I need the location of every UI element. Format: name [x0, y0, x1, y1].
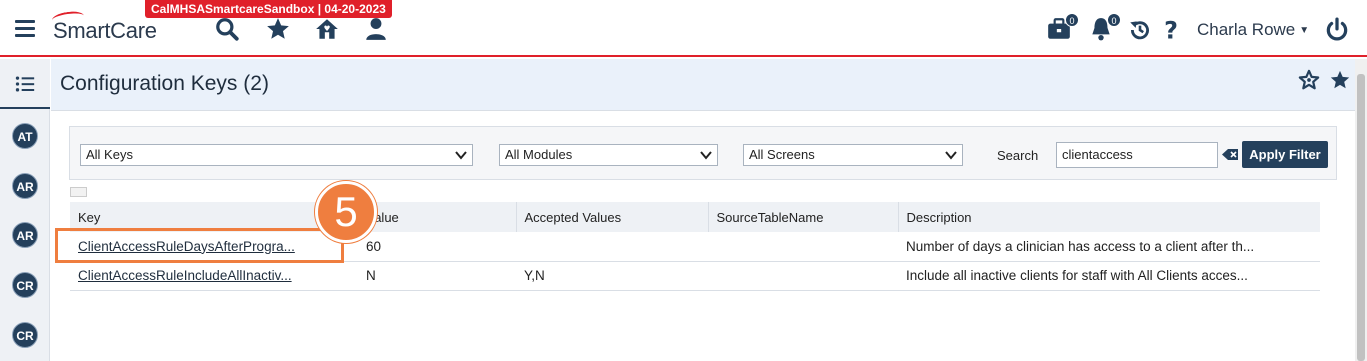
keys-select[interactable]: All Keys	[80, 144, 473, 166]
avatar[interactable]: AR	[12, 222, 38, 248]
avatar[interactable]: CR	[12, 272, 38, 298]
list-icon	[15, 76, 35, 92]
chevron-down-icon	[945, 151, 957, 160]
page-header: Configuration Keys (2)	[51, 59, 1355, 111]
keys-select-value: All Keys	[86, 147, 133, 162]
source-table-cell	[708, 232, 898, 262]
value-cell: N	[358, 261, 516, 291]
chevron-down-icon	[455, 151, 467, 160]
select-all-checkbox[interactable]	[70, 187, 87, 197]
modules-select-value: All Modules	[505, 147, 573, 162]
star-outline-icon[interactable]	[1298, 69, 1320, 91]
eraser-icon[interactable]	[1221, 147, 1239, 163]
svg-text:♥: ♥	[324, 24, 331, 33]
accepted-values-cell: Y,N	[516, 261, 708, 291]
column-header-value[interactable]: Value	[358, 202, 517, 232]
column-header-source-table-name[interactable]: SourceTableName	[708, 202, 899, 232]
chevron-down-icon	[700, 151, 712, 160]
scrollbar-thumb[interactable]	[1357, 74, 1365, 361]
avatar[interactable]: AR	[12, 173, 38, 199]
star-icon[interactable]	[1329, 69, 1351, 91]
bell-badge: 0	[1107, 13, 1121, 27]
source-table-cell	[708, 261, 898, 291]
top-navbar: CalMHSASmartcareSandbox | 04-20-2023 Sma…	[0, 0, 1367, 57]
screens-select-value: All Screens	[749, 147, 815, 162]
accepted-values-cell	[516, 232, 708, 262]
apply-filter-button[interactable]: Apply Filter	[1242, 141, 1328, 168]
history-icon[interactable]	[1127, 17, 1153, 43]
avatar[interactable]: CR	[12, 322, 38, 348]
left-rail: AT AR AR CR CR	[0, 59, 50, 361]
modules-select[interactable]: All Modules	[499, 144, 718, 166]
user-name: Charla Rowe	[1197, 20, 1296, 39]
app-root: CalMHSASmartcareSandbox | 04-20-2023 Sma…	[0, 0, 1367, 361]
power-icon[interactable]	[1324, 17, 1350, 43]
annotation-highlight-box	[55, 228, 344, 263]
annotation-step-number: 5	[315, 181, 377, 243]
briefcase-badge: 0	[1065, 13, 1079, 27]
star-icon[interactable]	[265, 16, 291, 42]
description-cell: Number of days a clinician has access to…	[898, 232, 1320, 262]
column-header-description[interactable]: Description	[898, 202, 1320, 232]
user-menu[interactable]: Charla Rowe ▼	[1197, 20, 1309, 40]
svg-text:?: ?	[1164, 17, 1178, 43]
screens-select[interactable]: All Screens	[743, 144, 963, 166]
help-icon[interactable]: ?	[1158, 17, 1184, 45]
search-icon[interactable]	[214, 16, 240, 42]
list-toggle-button[interactable]	[0, 59, 50, 109]
app-logo[interactable]: SmartCare	[53, 18, 157, 44]
caret-down-icon: ▼	[1299, 25, 1310, 36]
avatar[interactable]: AT	[12, 123, 38, 149]
briefcase-icon[interactable]: 0	[1046, 13, 1079, 42]
hamburger-menu-icon[interactable]	[15, 20, 35, 37]
search-label: Search	[997, 148, 1039, 163]
description-cell: Include all inactive clients for staff w…	[898, 261, 1320, 291]
filter-bar: All Keys All Modules All Screens Search …	[69, 126, 1337, 180]
key-link[interactable]: ClientAccessRuleIncludeAllInactiv...	[70, 261, 358, 291]
page-title: Configuration Keys (2)	[60, 72, 269, 95]
table-row[interactable]: ClientAccessRuleIncludeAllInactiv... N Y…	[70, 261, 1320, 291]
bell-icon[interactable]: 0	[1088, 13, 1121, 42]
value-cell: 60	[358, 232, 516, 262]
user-icon[interactable]	[363, 16, 389, 42]
home-icon[interactable]: ♥	[314, 16, 340, 42]
column-header-accepted-values[interactable]: Accepted Values	[516, 202, 709, 232]
vertical-scrollbar[interactable]	[1355, 59, 1367, 361]
search-input[interactable]: clientaccess	[1056, 142, 1218, 168]
